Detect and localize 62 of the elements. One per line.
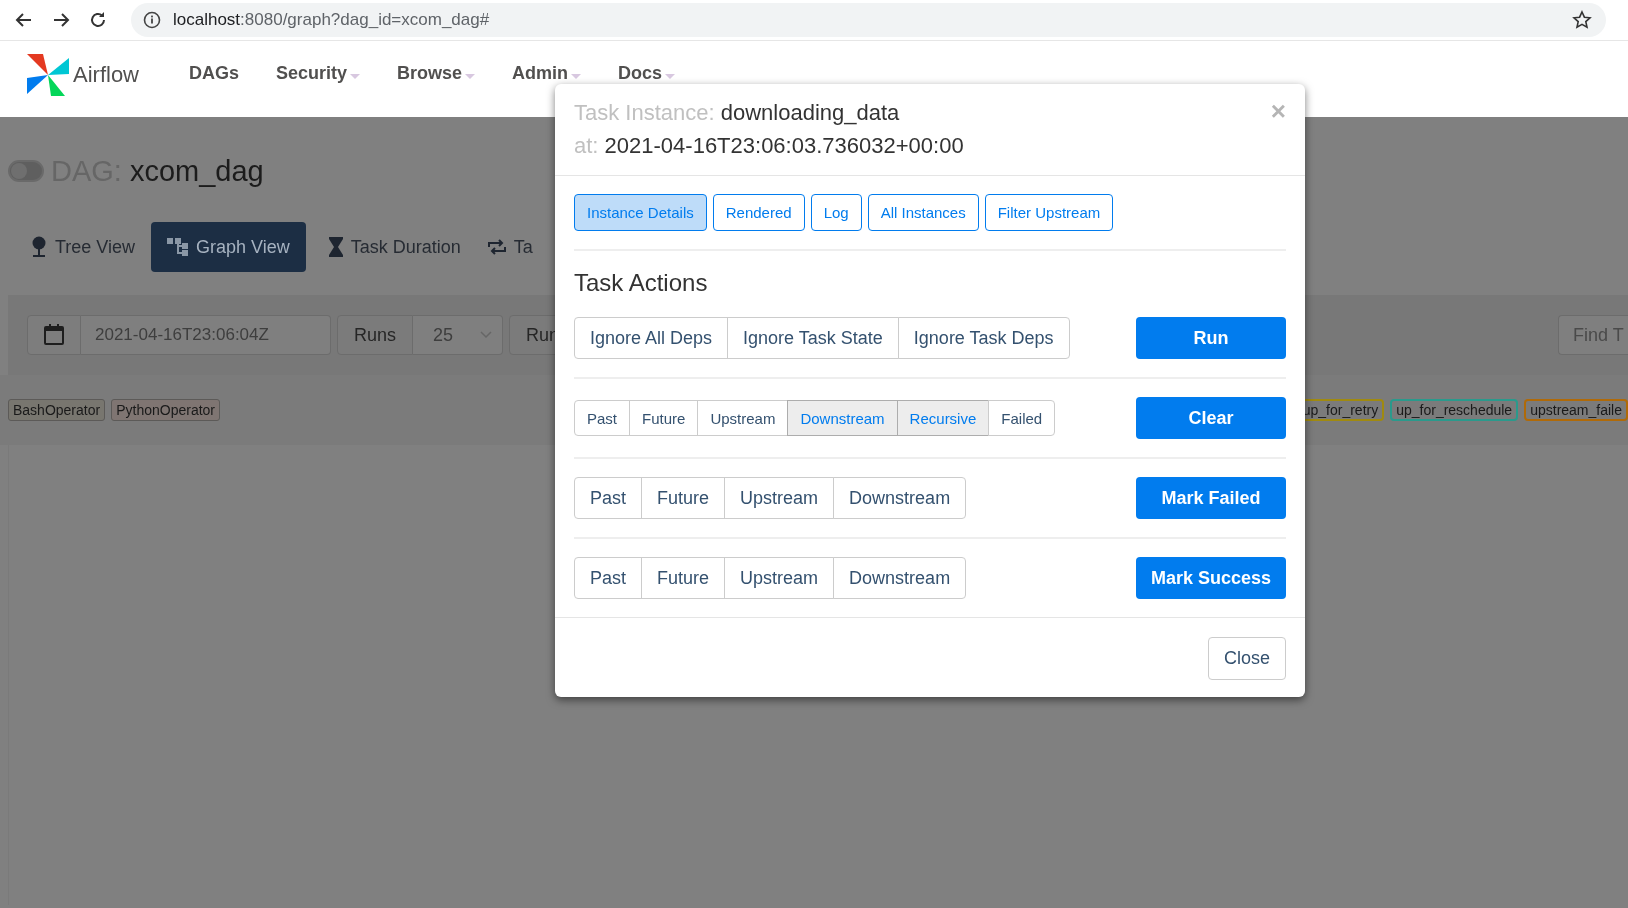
nav-menu-item[interactable]: DAGs bbox=[189, 64, 240, 83]
caret-icon bbox=[350, 73, 361, 80]
operator-tag: BashOperator bbox=[8, 399, 106, 421]
option-toggle[interactable]: Future bbox=[629, 400, 699, 436]
address-bar[interactable]: localhost:8080/graph?dag_id=xcom_dag# bbox=[131, 3, 1606, 37]
info-icon[interactable] bbox=[143, 11, 161, 29]
option-toggle[interactable]: Past bbox=[574, 477, 643, 519]
option-toggle[interactable]: Upstream bbox=[724, 477, 835, 519]
reload-icon[interactable] bbox=[88, 10, 108, 30]
execution-date: at: 2021-04-16T23:06:03.736032+00:00 bbox=[574, 132, 964, 160]
option-toggle[interactable]: Future bbox=[641, 557, 726, 599]
action-button[interactable]: Mark Failed bbox=[1136, 477, 1286, 519]
option-toggle[interactable]: Upstream bbox=[697, 400, 789, 436]
option-toggle[interactable]: Ignore Task State bbox=[727, 317, 899, 359]
option-toggle[interactable]: Failed bbox=[988, 400, 1056, 436]
view-tab[interactable]: Tree View bbox=[20, 222, 146, 272]
dialog-tab[interactable]: Rendered bbox=[712, 194, 805, 231]
option-toggle[interactable]: Ignore Task Deps bbox=[897, 317, 1070, 359]
calendar-icon bbox=[43, 324, 65, 346]
chevron-icon bbox=[480, 331, 493, 339]
operator-tag: PythonOperator bbox=[111, 399, 220, 421]
nav-menu-item[interactable]: Docs bbox=[618, 64, 676, 83]
nav-menu-item[interactable]: Security bbox=[276, 64, 361, 83]
option-toggle[interactable]: Downstream bbox=[833, 557, 967, 599]
calendar-button[interactable] bbox=[27, 315, 81, 355]
hourglass-icon bbox=[327, 236, 344, 258]
state-legend-tag: upstream_faile bbox=[1524, 399, 1628, 421]
bookmark-star-icon[interactable] bbox=[1572, 10, 1592, 30]
runs-label: Runs bbox=[337, 315, 414, 355]
option-toggle[interactable]: Recursive bbox=[896, 400, 990, 436]
action-button[interactable]: Mark Success bbox=[1136, 557, 1286, 599]
view-tab[interactable]: Task Duration bbox=[317, 222, 471, 272]
option-toggle[interactable]: Downstream bbox=[787, 400, 898, 436]
caret-icon bbox=[465, 73, 476, 80]
url-text: localhost:8080/graph?dag_id=xcom_dag# bbox=[173, 10, 490, 30]
dag-name: xcom_dag bbox=[129, 154, 264, 188]
task-instance-title: Task Instance: downloading_data bbox=[574, 99, 901, 127]
pause-toggle[interactable] bbox=[8, 160, 44, 182]
state-legend-tag: up_for_reschedule bbox=[1390, 399, 1519, 421]
dialog-tab[interactable]: Log bbox=[810, 194, 862, 231]
nav-menu-item[interactable]: Browse bbox=[397, 64, 476, 83]
action-button[interactable]: Run bbox=[1136, 317, 1286, 359]
option-toggle[interactable]: Ignore All Deps bbox=[574, 317, 729, 359]
option-toggle[interactable]: Past bbox=[574, 557, 643, 599]
close-dialog-button[interactable]: Close bbox=[1208, 637, 1286, 680]
view-tab[interactable]: Graph View bbox=[151, 222, 306, 272]
pin-icon bbox=[30, 236, 48, 258]
option-toggle[interactable]: Upstream bbox=[724, 557, 835, 599]
view-tab[interactable]: Ta bbox=[476, 222, 543, 272]
pinwheel-logo-icon[interactable] bbox=[25, 52, 71, 98]
brand-name[interactable]: Airflow bbox=[73, 62, 139, 88]
option-toggle[interactable]: Downstream bbox=[833, 477, 967, 519]
dialog-tab[interactable]: Filter Upstream bbox=[984, 194, 1114, 231]
option-toggle[interactable]: Future bbox=[641, 477, 726, 519]
nav-menu-item[interactable]: Admin bbox=[512, 64, 582, 83]
dialog-tab[interactable]: All Instances bbox=[867, 194, 979, 231]
graph-icon bbox=[167, 236, 190, 258]
caret-icon bbox=[571, 73, 582, 80]
action-button[interactable]: Clear bbox=[1136, 397, 1286, 439]
caret-icon bbox=[665, 73, 676, 80]
section-title: Task Actions bbox=[574, 269, 709, 297]
option-toggle[interactable]: Past bbox=[574, 400, 630, 436]
